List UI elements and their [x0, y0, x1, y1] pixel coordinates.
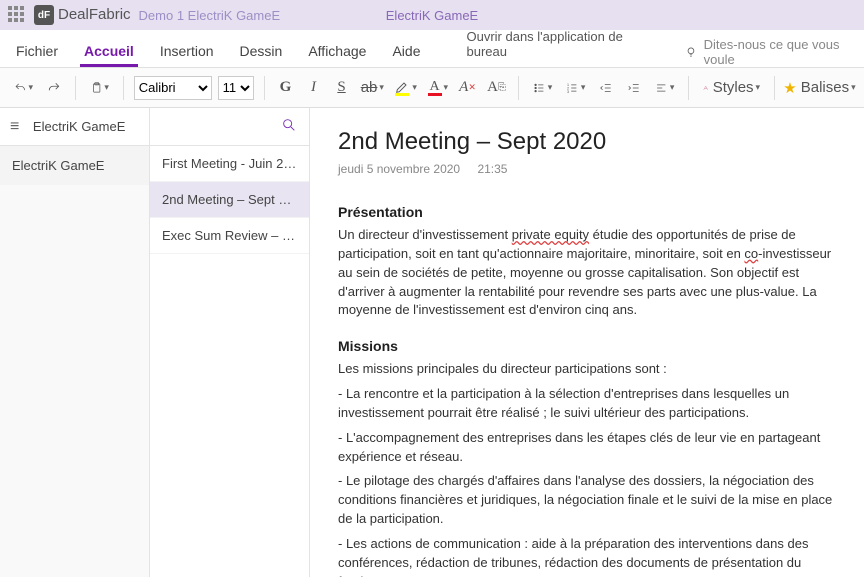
workspace: ≡ ElectriK GameE ElectriK GameE First Me… [0, 108, 864, 577]
styles-label: Styles [713, 79, 754, 96]
page-column: First Meeting - Juin 2020 2nd Meeting – … [150, 108, 310, 577]
page-item[interactable]: First Meeting - Juin 2020 [150, 146, 309, 182]
menu-fichier[interactable]: Fichier [12, 37, 62, 67]
missions-intro[interactable]: Les missions principales du directeur pa… [338, 360, 836, 379]
undo-button[interactable]: ▾ [10, 75, 37, 101]
strikethrough-button[interactable]: ab▾ [359, 75, 387, 101]
format-painter-button[interactable]: A⎘ [485, 75, 509, 101]
separator [75, 76, 76, 100]
align-button[interactable]: ▾ [651, 75, 678, 101]
star-icon: ★ [783, 79, 796, 97]
redo-button[interactable] [43, 75, 65, 101]
app-launcher-icon[interactable] [8, 6, 26, 24]
styles-icon [703, 80, 708, 96]
page-meta: jeudi 5 novembre 2020 21:35 [338, 162, 836, 176]
tags-label: Balises [801, 79, 849, 96]
menu-dessin[interactable]: Dessin [236, 37, 287, 67]
indent-button[interactable] [623, 75, 645, 101]
highlight-button[interactable]: ▾ [392, 75, 419, 101]
clipboard-button[interactable]: ▾ [86, 75, 113, 101]
page-item[interactable]: Exec Sum Review – Oct 2020 [150, 218, 309, 254]
page-date: jeudi 5 novembre 2020 [338, 162, 460, 176]
lightbulb-icon [684, 44, 698, 60]
ribbon: ▾ ▾ Calibri 11 G I S ab▾ ▾ A▾ A✕ A⎘ ▾ 12… [0, 68, 864, 108]
tell-me-search[interactable]: Dites-nous ce que vous voule [684, 37, 852, 67]
svg-text:3: 3 [567, 90, 569, 94]
breadcrumb: Demo 1 ElectriK GameE [139, 8, 281, 23]
menu-aide[interactable]: Aide [388, 37, 424, 67]
separator [123, 76, 124, 100]
undo-icon [14, 80, 26, 96]
clear-formatting-button[interactable]: A✕ [456, 75, 478, 101]
separator [774, 76, 775, 100]
font-name-select[interactable]: Calibri [134, 76, 212, 100]
bold-button[interactable]: G [275, 75, 297, 101]
page-time: 21:35 [477, 162, 507, 176]
bullet-list-button[interactable]: ▾ [529, 75, 556, 101]
heading-presentation[interactable]: Présentation [338, 204, 836, 220]
brand: dFDealFabric [34, 5, 131, 25]
separator [518, 76, 519, 100]
section-column: ≡ ElectriK GameE ElectriK GameE [0, 108, 150, 577]
outdent-icon [599, 80, 613, 96]
menu-insertion[interactable]: Insertion [156, 37, 218, 67]
align-icon [655, 80, 667, 96]
clipboard-icon [90, 80, 102, 96]
mission-item[interactable]: - Les actions de communication : aide à … [338, 535, 836, 577]
paragraph-presentation[interactable]: Un directeur d'investissement private eq… [338, 226, 836, 320]
mission-item[interactable]: - L'accompagnement des entreprises dans … [338, 429, 836, 467]
page-list-header [150, 108, 309, 146]
menu-affichage[interactable]: Affichage [304, 37, 370, 67]
indent-icon [627, 80, 641, 96]
notebook-header: ≡ ElectriK GameE [0, 108, 149, 146]
font-color-button[interactable]: A▾ [425, 75, 450, 101]
nav-toggle-icon[interactable]: ≡ [10, 118, 19, 136]
brand-logo-icon: dF [34, 5, 54, 25]
styles-button[interactable]: Styles▾ [699, 75, 764, 101]
section-item[interactable]: ElectriK GameE [0, 146, 149, 185]
separator [688, 76, 689, 100]
numbered-list-button[interactable]: 123▾ [562, 75, 589, 101]
redo-icon [47, 80, 61, 96]
window-title: ElectriK GameE [386, 8, 478, 23]
tags-button[interactable]: ★ Balises▾ [785, 75, 854, 101]
mission-item[interactable]: - Le pilotage des chargés d'affaires dan… [338, 472, 836, 529]
underline-button[interactable]: S [331, 75, 353, 101]
page-content[interactable]: 2nd Meeting – Sept 2020 jeudi 5 novembre… [310, 108, 864, 577]
search-icon[interactable] [281, 117, 297, 137]
italic-button[interactable]: I [303, 75, 325, 101]
menu-bar: Fichier Accueil Insertion Dessin Afficha… [0, 30, 864, 68]
font-size-select[interactable]: 11 [218, 76, 254, 100]
title-bar: dFDealFabric Demo 1 ElectriK GameE Elect… [0, 0, 864, 30]
menu-accueil[interactable]: Accueil [80, 37, 138, 67]
mission-item[interactable]: - La rencontre et la participation à la … [338, 385, 836, 423]
brand-name: DealFabric [58, 6, 131, 23]
separator [264, 76, 265, 100]
tell-me-placeholder: Dites-nous ce que vous voule [704, 37, 852, 67]
heading-missions[interactable]: Missions [338, 338, 836, 354]
notebook-name[interactable]: ElectriK GameE [19, 119, 139, 134]
bullet-list-icon [533, 80, 545, 96]
numbered-list-icon: 123 [566, 80, 578, 96]
page-title[interactable]: 2nd Meeting – Sept 2020 [338, 128, 836, 156]
page-item[interactable]: 2nd Meeting – Sept 2020 [150, 182, 309, 218]
outdent-button[interactable] [595, 75, 617, 101]
